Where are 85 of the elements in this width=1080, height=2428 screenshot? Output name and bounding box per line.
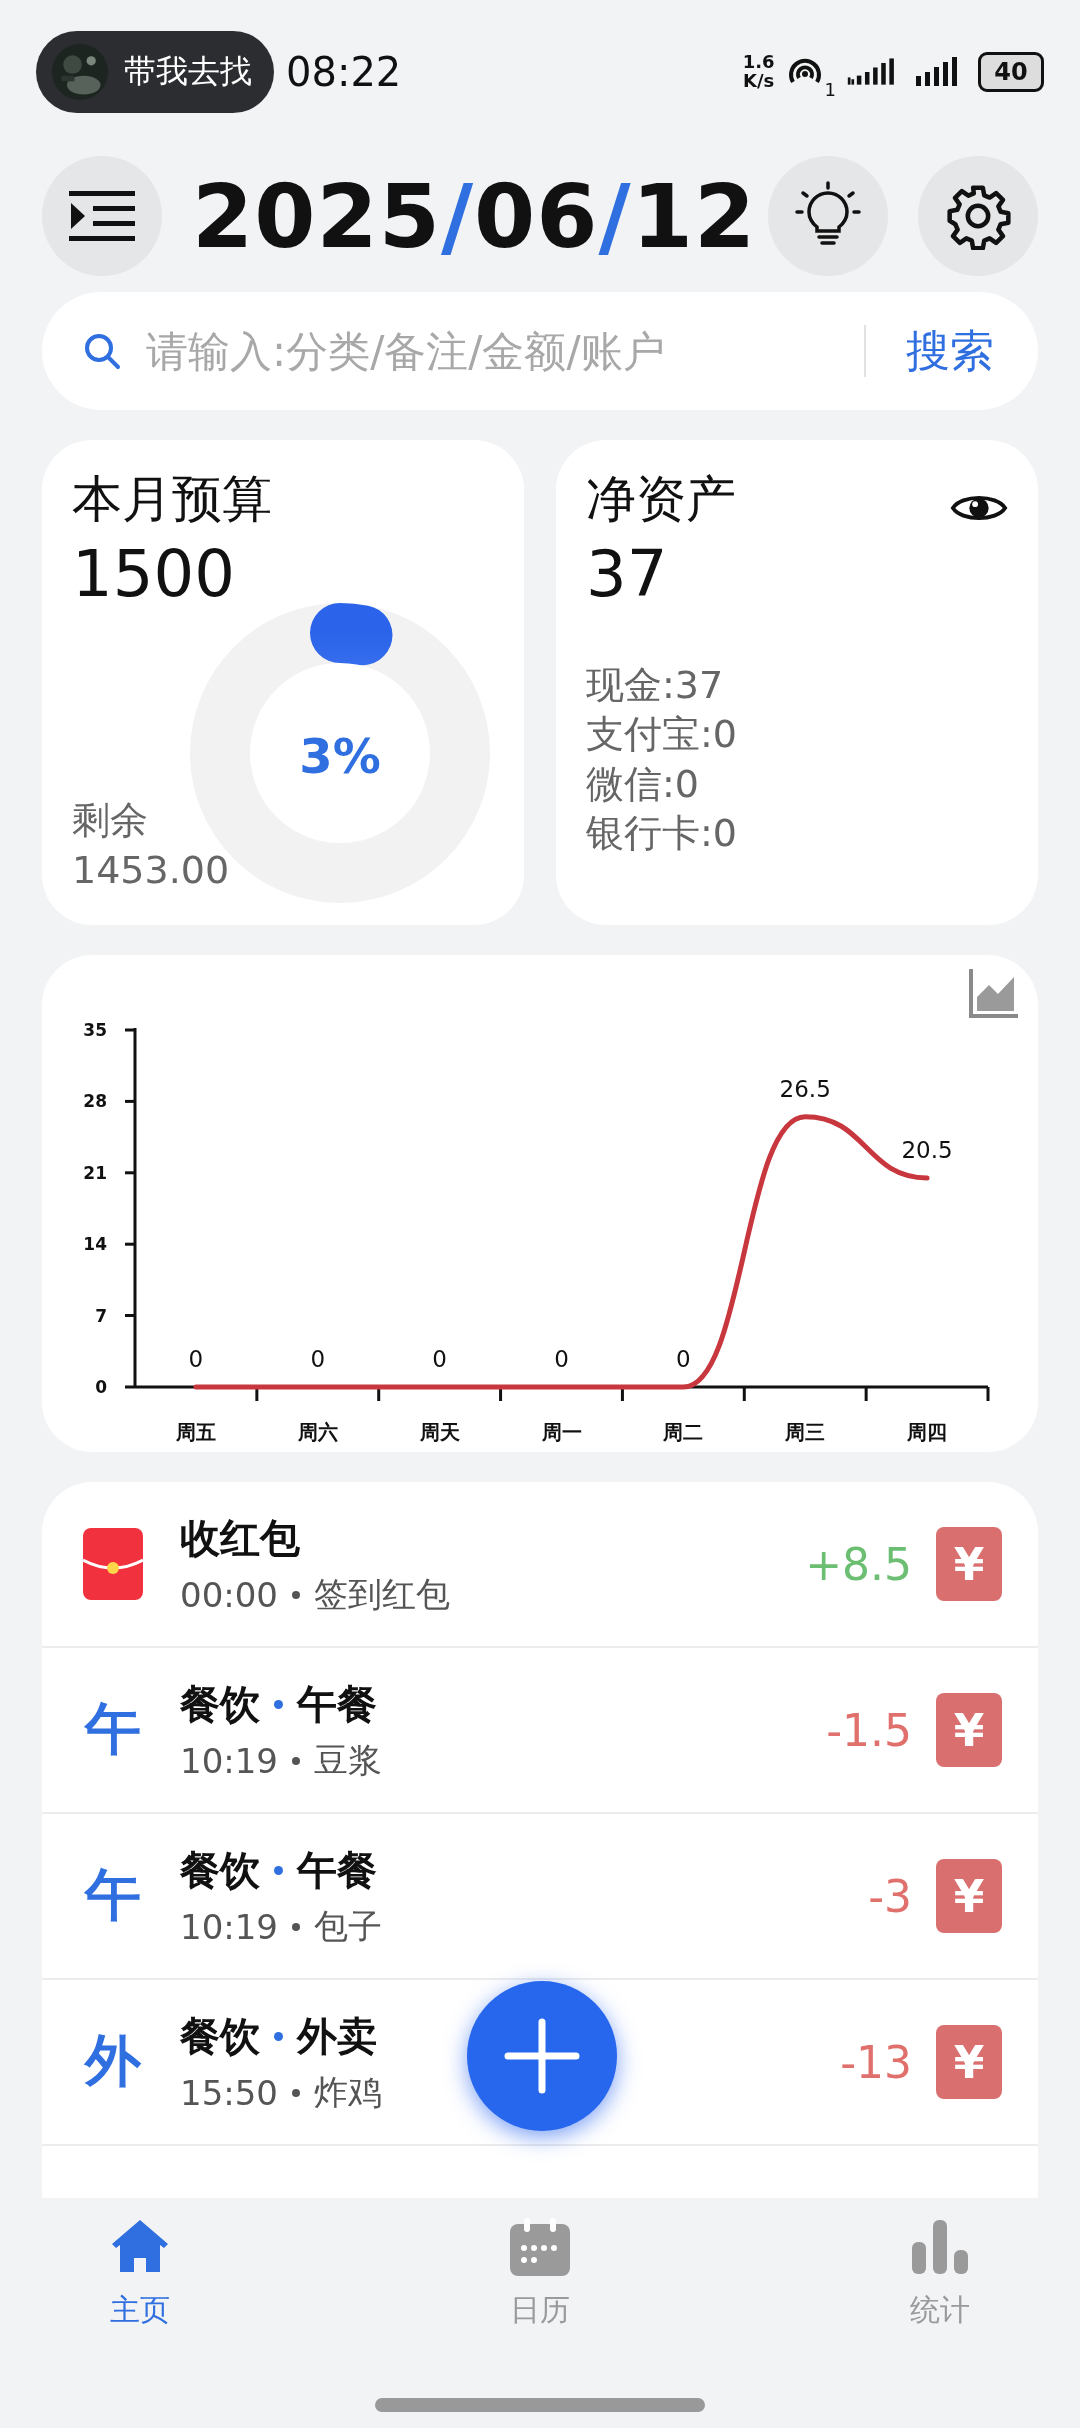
data-label: 0 <box>310 1346 326 1372</box>
transaction-note: 包子 <box>314 1904 382 1948</box>
y-tick-label: 7 <box>95 1305 107 1326</box>
subcategory-name: 外卖 <box>297 2011 377 2061</box>
menu-icon <box>69 191 135 241</box>
subcategory-name: 午餐 <box>297 1679 377 1729</box>
category-name: 餐饮 <box>180 2011 260 2061</box>
plus-icon <box>504 2018 580 2094</box>
category-name: 餐饮 <box>180 1845 260 1895</box>
transaction-row[interactable]: 午 餐饮 午餐 10:19 豆浆 -1.5 ¥ <box>42 1648 1038 1814</box>
transaction-note: 豆浆 <box>314 1738 382 1782</box>
currency-badge: ¥ <box>936 1693 1002 1767</box>
currency-badge: ¥ <box>936 1527 1002 1601</box>
category-name: 收红包 <box>180 1513 300 1563</box>
separator-dot <box>274 2031 283 2041</box>
x-axis-label: 周六 <box>297 1420 338 1444</box>
category-name: 餐饮 <box>180 1679 260 1729</box>
search-icon <box>82 331 122 371</box>
data-label: 0 <box>676 1346 691 1372</box>
y-tick-label: 35 <box>83 1020 107 1040</box>
budget-title: 本月预算 <box>72 469 272 530</box>
transaction-amount: -1.5 <box>826 1704 912 1756</box>
remaining-label: 剩余 <box>72 797 149 845</box>
transaction-time: 10:19 <box>180 1740 278 1781</box>
notification-pill[interactable]: 带我去找 <box>36 31 274 113</box>
search-button[interactable]: 搜索 <box>906 321 994 381</box>
separator-dot <box>292 1756 300 1765</box>
transaction-time: 15:50 <box>180 2072 278 2113</box>
budget-percent: 3% <box>298 728 382 784</box>
y-tick-label: 14 <box>83 1234 107 1255</box>
network-speed: 1.6 K/s <box>742 53 775 91</box>
x-axis-label: 周二 <box>663 1420 704 1444</box>
data-label: 0 <box>188 1346 204 1372</box>
budget-amount: 1500 <box>72 537 236 611</box>
transaction-row[interactable]: 午 餐饮 午餐 10:19 包子 -3 ¥ <box>42 1814 1038 1980</box>
envelope-icon <box>83 1528 143 1600</box>
y-tick-label: 0 <box>95 1377 107 1397</box>
transaction-note: 炸鸡 <box>314 2070 382 2114</box>
y-tick-label: 21 <box>83 1162 107 1183</box>
x-axis-label: 周四 <box>907 1420 948 1444</box>
transaction-time: 00:00 <box>180 1574 278 1615</box>
x-axis-label: 周一 <box>541 1420 582 1444</box>
calendar-icon <box>508 2216 572 2276</box>
category-icon: 外 <box>85 2024 141 2100</box>
clock-time: 08:22 <box>286 49 402 95</box>
area-chart-icon[interactable] <box>968 967 1020 1019</box>
budget-card[interactable]: 本月预算 1500 3% 剩余 1453.00 <box>42 440 524 925</box>
transaction-amount: -13 <box>840 2036 912 2088</box>
separator-dot <box>292 1590 300 1599</box>
remaining-amount: 1453.00 <box>72 846 230 894</box>
account-balance: 支付宝:0 <box>586 711 738 759</box>
transaction-time: 10:19 <box>180 1906 278 1947</box>
data-label: 0 <box>432 1346 447 1372</box>
hotspot-count: 1 <box>824 78 836 100</box>
transaction-note: 签到红包 <box>314 1572 450 1616</box>
assets-title: 净资产 <box>586 469 736 530</box>
currency-badge: ¥ <box>936 1859 1002 1933</box>
x-axis-label: 周天 <box>419 1420 460 1444</box>
separator-dot <box>274 1699 283 1709</box>
separator-dot <box>292 2088 300 2097</box>
data-label: 26.5 <box>779 1075 831 1102</box>
x-axis-label: 周三 <box>785 1420 826 1444</box>
settings-icon <box>944 182 1012 250</box>
data-label: 20.5 <box>901 1136 953 1163</box>
transaction-amount: -3 <box>868 1870 912 1922</box>
transaction-row[interactable]: 收红包 00:00 签到红包 +8.5 ¥ <box>42 1482 1038 1648</box>
category-icon: 午 <box>85 1858 141 1934</box>
transaction-amount: +8.5 <box>805 1538 912 1590</box>
category-icon: 午 <box>85 1692 141 1768</box>
account-balance: 现金:37 <box>586 662 725 709</box>
y-tick-label: 28 <box>83 1091 107 1112</box>
account-balance: 微信:0 <box>586 760 700 808</box>
data-label: 0 <box>554 1346 569 1372</box>
battery-indicator: 40 <box>978 52 1044 92</box>
assets-card[interactable]: 净资产 37 现金:37 支付宝:0 微信:0 银行卡:0 <box>556 440 1038 925</box>
search-field[interactable]: 请输入:分类/备注/金额/账户 搜索 <box>42 292 1038 410</box>
assets-amount: 37 <box>586 537 669 611</box>
subcategory-name: 午餐 <box>297 1845 377 1895</box>
date-title[interactable]: 2025/06/12 <box>192 164 757 268</box>
x-axis-label: 周五 <box>175 1420 216 1444</box>
separator-dot <box>274 1865 283 1875</box>
currency-badge: ¥ <box>936 2025 1002 2099</box>
nav-tab[interactable]: 主页 <box>80 2216 200 2331</box>
separator-dot <box>292 1922 300 1931</box>
account-balance: 银行卡:0 <box>586 810 738 858</box>
